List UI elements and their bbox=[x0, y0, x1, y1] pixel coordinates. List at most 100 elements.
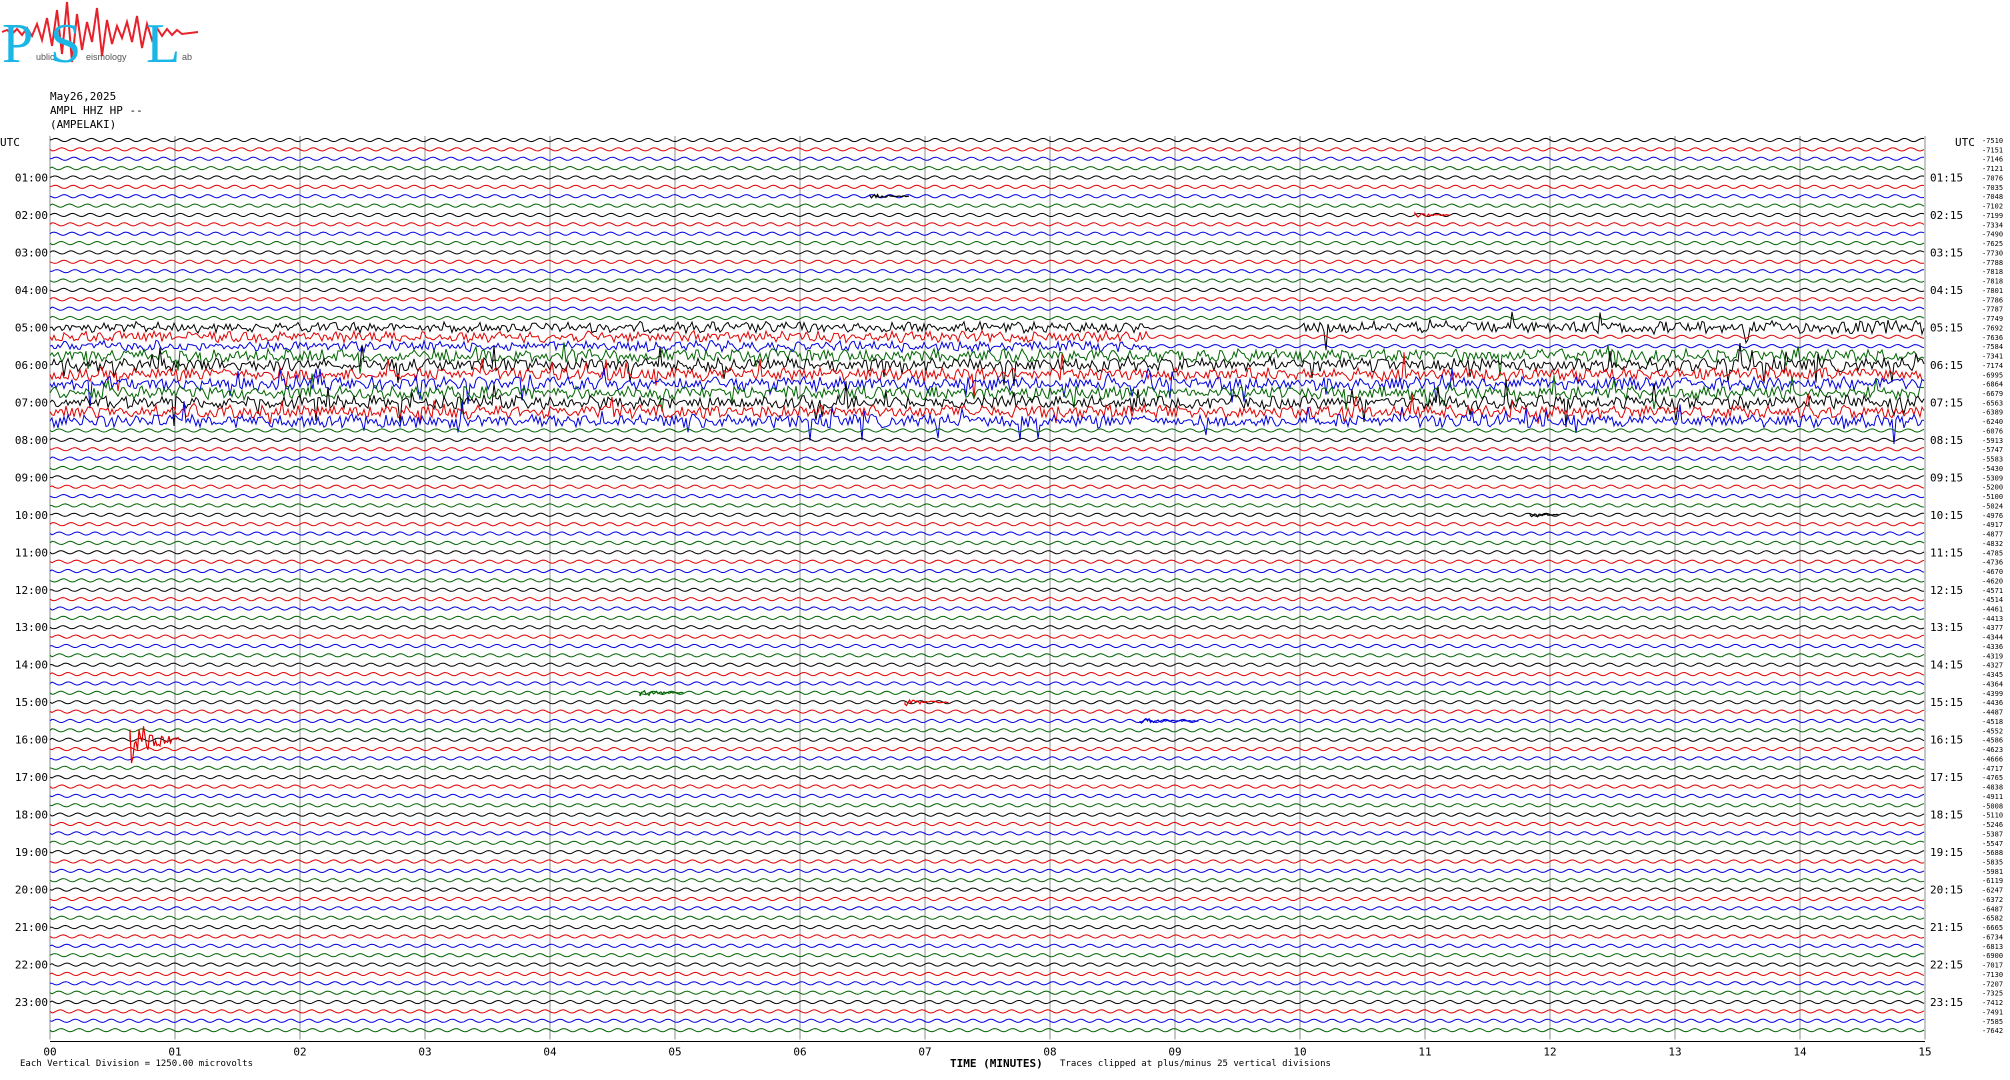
hour-label-left: 08:00 bbox=[15, 434, 48, 447]
seismic-traces bbox=[49, 137, 1925, 1033]
hour-label-left: 16:00 bbox=[15, 734, 48, 747]
trace-row bbox=[49, 878, 1925, 883]
row-offset-label: -6563 bbox=[1982, 399, 2003, 407]
hour-label-right: 03:15 bbox=[1930, 246, 1963, 259]
clip-note: Traces clipped at plus/minus 25 vertical… bbox=[1060, 1059, 1331, 1069]
trace-row bbox=[49, 718, 1925, 724]
row-offset-label: -5200 bbox=[1982, 484, 2003, 492]
hour-label-right: 18:15 bbox=[1930, 809, 1963, 822]
trace-row bbox=[49, 700, 1925, 705]
hour-label-left: 18:00 bbox=[15, 809, 48, 822]
trace-row bbox=[49, 503, 1925, 508]
row-offset-label: -4571 bbox=[1982, 587, 2003, 595]
hour-label-left: 23:00 bbox=[15, 996, 48, 1009]
trace-row bbox=[49, 662, 1925, 667]
row-offset-label: -4487 bbox=[1982, 709, 2003, 717]
row-offset-label: -6582 bbox=[1982, 915, 2003, 923]
hour-label-right: 05:15 bbox=[1930, 321, 1963, 334]
trace-row bbox=[49, 212, 1925, 218]
row-offset-label: -6487 bbox=[1982, 905, 2003, 913]
hour-label-left: 04:00 bbox=[15, 284, 48, 297]
row-offset-label: -5309 bbox=[1982, 474, 2003, 482]
trace-row bbox=[49, 278, 1925, 283]
trace-row bbox=[49, 990, 1925, 995]
hour-label-left: 09:00 bbox=[15, 471, 48, 484]
hour-label-right: 14:15 bbox=[1930, 659, 1963, 672]
trace-row bbox=[49, 306, 1925, 311]
hour-label-right: 07:15 bbox=[1930, 396, 1963, 409]
hour-label-right: 20:15 bbox=[1930, 884, 1963, 897]
row-offset-label: -7584 bbox=[1982, 343, 2003, 351]
trace-row bbox=[49, 568, 1925, 574]
trace-row bbox=[49, 315, 1925, 321]
trace-row bbox=[49, 287, 1925, 293]
x-tick-label: 00 bbox=[43, 1046, 56, 1059]
trace-row bbox=[49, 297, 1925, 302]
hour-label-right: 16:15 bbox=[1930, 734, 1963, 747]
trace-row bbox=[49, 859, 1925, 864]
scale-note: Each Vertical Division = 1250.00 microvo… bbox=[20, 1059, 253, 1069]
row-offset-label: -5024 bbox=[1982, 502, 2003, 510]
row-offset-label: -4911 bbox=[1982, 793, 2003, 801]
row-offset-label: -7787 bbox=[1982, 306, 2003, 314]
row-offset-label: -4666 bbox=[1982, 755, 2003, 763]
trace-row bbox=[49, 962, 1925, 967]
trace-row bbox=[49, 812, 1925, 817]
trace-row bbox=[49, 428, 1925, 433]
hour-label-right: 23:15 bbox=[1930, 996, 1963, 1009]
trace-row bbox=[49, 475, 1925, 480]
row-offset-label: -6864 bbox=[1982, 381, 2003, 389]
hour-label-left: 01:00 bbox=[15, 171, 48, 184]
row-offset-label: -7412 bbox=[1982, 999, 2003, 1007]
row-offset-label: -6813 bbox=[1982, 943, 2003, 951]
hour-label-left: 22:00 bbox=[15, 959, 48, 972]
trace-row bbox=[49, 493, 1925, 499]
row-offset-label: -4623 bbox=[1982, 746, 2003, 754]
hour-label-left: 05:00 bbox=[15, 321, 48, 334]
trace-row bbox=[49, 915, 1925, 920]
trace-row bbox=[49, 981, 1925, 986]
trace-row bbox=[49, 329, 1925, 345]
trace-row bbox=[49, 971, 1925, 977]
trace-row bbox=[49, 484, 1925, 489]
trace-row bbox=[49, 165, 1925, 171]
trace-row bbox=[49, 137, 1925, 143]
trace-row bbox=[49, 906, 1925, 911]
trace-row bbox=[49, 625, 1925, 630]
trace-row bbox=[49, 465, 1925, 471]
trace-row bbox=[49, 540, 1925, 546]
row-offset-label: -5100 bbox=[1982, 493, 2003, 501]
row-offset-label: -7585 bbox=[1982, 1018, 2003, 1026]
trace-row bbox=[49, 531, 1925, 536]
trace-row bbox=[49, 231, 1925, 236]
row-offset-label: -4620 bbox=[1982, 577, 2003, 585]
row-offset-label: -5110 bbox=[1982, 812, 2003, 820]
hour-label-right: 21:15 bbox=[1930, 921, 1963, 934]
trace-row bbox=[49, 522, 1925, 527]
trace-row bbox=[49, 728, 1925, 733]
row-offset-label: -6734 bbox=[1982, 933, 2003, 941]
x-tick-label: 06 bbox=[793, 1046, 806, 1059]
row-offset-label: -4785 bbox=[1982, 549, 2003, 557]
row-offset-label: -4838 bbox=[1982, 784, 2003, 792]
row-offset-label: -4377 bbox=[1982, 624, 2003, 632]
row-offset-label: -4336 bbox=[1982, 643, 2003, 651]
row-offset-label: -7730 bbox=[1982, 249, 2003, 257]
row-offset-label: -5008 bbox=[1982, 802, 2003, 810]
x-tick-label: 02 bbox=[293, 1046, 306, 1059]
row-offset-label: -5387 bbox=[1982, 830, 2003, 838]
row-offset-label: -5913 bbox=[1982, 437, 2003, 445]
hour-label-right: 17:15 bbox=[1930, 771, 1963, 784]
trace-row bbox=[49, 156, 1924, 161]
trace-row bbox=[49, 1028, 1925, 1033]
row-offset-label: -5246 bbox=[1982, 821, 2003, 829]
trace-row bbox=[49, 194, 1925, 199]
trace-row bbox=[49, 550, 1925, 555]
trace-row bbox=[49, 775, 1925, 780]
row-offset-label: -6389 bbox=[1982, 409, 2003, 417]
row-offset-label: -4399 bbox=[1982, 690, 2003, 698]
row-offset-label: -4877 bbox=[1982, 531, 2003, 539]
trace-row bbox=[49, 259, 1925, 264]
row-offset-label: -7130 bbox=[1982, 971, 2003, 979]
trace-row bbox=[49, 784, 1925, 789]
